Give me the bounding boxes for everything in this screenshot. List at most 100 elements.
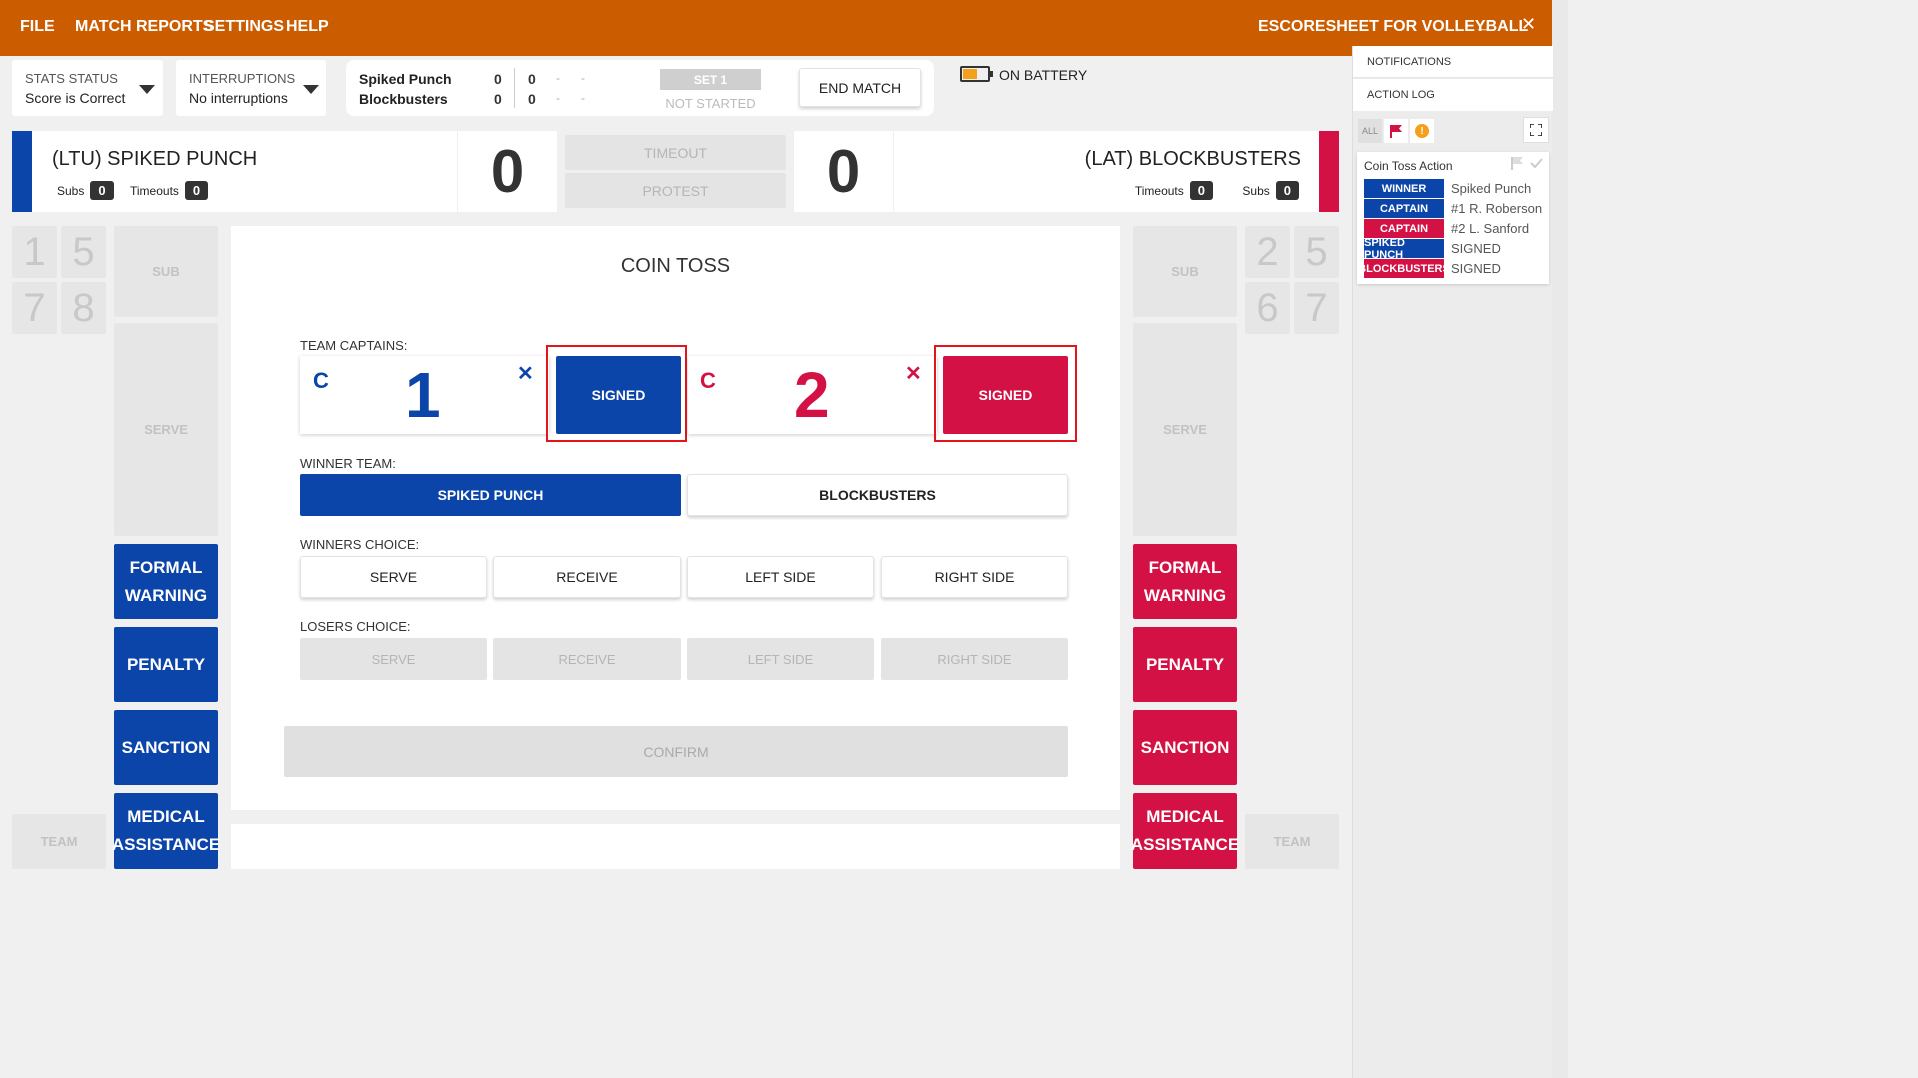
home-timeouts: Timeouts 0	[130, 181, 209, 200]
home-medical-assistance-button[interactable]: MEDICAL ASSISTANCE	[112, 793, 220, 869]
away-team-name: (LAT) BLOCKBUSTERS	[1084, 148, 1301, 170]
home-score: 0	[458, 131, 557, 212]
away-formal-warning-button[interactable]: FORMAL WARNING	[1133, 544, 1237, 619]
menu-match[interactable]: MATCH	[75, 18, 132, 36]
home-sub-button[interactable]: SUB	[114, 226, 218, 317]
away-player-tile[interactable]: 6	[1245, 282, 1290, 334]
home-subs: Subs 0	[57, 181, 114, 200]
divider	[514, 68, 515, 108]
remove-home-captain-icon[interactable]: ✕	[517, 361, 534, 386]
home-player-tile[interactable]: 8	[61, 282, 106, 334]
confirm-button[interactable]: CONFIRM	[284, 726, 1068, 777]
home-penalty-button[interactable]: PENALTY	[114, 627, 218, 702]
log-tag: CAPTAIN	[1364, 199, 1444, 218]
home-sanction-button[interactable]: SANCTION	[114, 710, 218, 785]
log-tag: SPIKED PUNCH	[1364, 237, 1444, 261]
away-captain-mark: C	[700, 368, 716, 393]
stats-status-dropdown[interactable]: STATS STATUS Score is Correct	[12, 60, 163, 116]
menu-file[interactable]: FILE	[20, 18, 55, 36]
winner-home-button[interactable]: SPIKED PUNCH	[300, 474, 681, 516]
away-team-button[interactable]: TEAM	[1245, 814, 1339, 869]
flag-outline-icon[interactable]	[1510, 156, 1524, 170]
away-serve-button[interactable]: SERVE	[1133, 323, 1237, 536]
bottom-info-panel	[231, 824, 1120, 869]
home-team-button[interactable]: TEAM	[12, 814, 106, 869]
losers-choice-label: LOSERS CHOICE:	[300, 619, 411, 634]
winners-choice-serve[interactable]: SERVE	[300, 556, 487, 598]
away-subs-label: Subs	[1242, 184, 1270, 198]
winners-choice-receive[interactable]: RECEIVE	[493, 556, 681, 598]
team2-set-dash: -	[556, 91, 560, 105]
timeout-button[interactable]: TIMEOUT	[565, 135, 786, 170]
away-captain-card: C 2 ✕	[688, 356, 937, 434]
minimize-button[interactable]: _	[1478, 12, 1488, 33]
team2-sets: 0	[494, 91, 502, 107]
away-penalty-button[interactable]: PENALTY	[1133, 627, 1237, 702]
away-score: 0	[794, 131, 893, 212]
away-player-tile[interactable]: 2	[1245, 226, 1290, 278]
away-color-bar	[1319, 131, 1339, 212]
home-subs-label: Subs	[57, 184, 85, 198]
filter-flag-button[interactable]	[1384, 119, 1408, 143]
away-signed-button[interactable]: SIGNED	[943, 356, 1068, 434]
outer-background	[1568, 0, 1918, 1078]
losers-choice-left-side[interactable]: LEFT SIDE	[687, 638, 874, 680]
scrollbar[interactable]	[1552, 0, 1568, 1078]
home-player-tile[interactable]: 7	[12, 282, 57, 334]
remove-away-captain-icon[interactable]: ✕	[905, 361, 922, 386]
home-color-bar	[12, 131, 32, 212]
winner-away-button[interactable]: BLOCKBUSTERS	[687, 474, 1068, 516]
expand-button[interactable]	[1523, 117, 1549, 143]
log-value: SIGNED	[1451, 241, 1501, 256]
losers-choice-receive[interactable]: RECEIVE	[493, 638, 681, 680]
team-captains-label: TEAM CAPTAINS:	[300, 338, 408, 353]
chevron-down-icon	[139, 85, 155, 94]
menu-settings[interactable]: SETTINGS	[204, 18, 284, 36]
filter-all-button[interactable]: ALL	[1358, 119, 1382, 143]
team1-set-dash: -	[581, 71, 585, 85]
interruptions-dropdown[interactable]: INTERRUPTIONS No interruptions	[176, 60, 326, 116]
stats-status-label: STATS STATUS	[25, 71, 118, 86]
check-icon[interactable]	[1529, 156, 1543, 170]
home-team-name: (LTU) SPIKED PUNCH	[52, 148, 258, 170]
home-signed-button[interactable]: SIGNED	[556, 356, 681, 434]
end-match-button[interactable]: END MATCH	[799, 68, 921, 107]
away-sanction-button[interactable]: SANCTION	[1133, 710, 1237, 785]
away-player-tile[interactable]: 5	[1294, 226, 1339, 278]
home-team-header: (LTU) SPIKED PUNCH Subs 0 Timeouts 0	[12, 131, 457, 212]
away-medical-assistance-button[interactable]: MEDICAL ASSISTANCE	[1131, 793, 1239, 869]
losers-choice-serve[interactable]: SERVE	[300, 638, 487, 680]
expand-icon	[1530, 124, 1542, 136]
current-set-badge: SET 1	[660, 69, 761, 90]
away-player-tile[interactable]: 7	[1294, 282, 1339, 334]
winners-choice-left-side[interactable]: LEFT SIDE	[687, 556, 874, 598]
scoreline-team1: Spiked Punch	[359, 71, 452, 87]
away-sub-button[interactable]: SUB	[1133, 226, 1237, 317]
action-log-tab[interactable]: ACTION LOG	[1353, 79, 1553, 111]
team1-sets: 0	[494, 71, 502, 87]
interruptions-label: INTERRUPTIONS	[189, 71, 296, 86]
home-serve-button[interactable]: SERVE	[114, 323, 218, 536]
home-player-tile[interactable]: 5	[61, 226, 106, 278]
log-tag: WINNER	[1364, 179, 1444, 198]
home-formal-warning-button[interactable]: FORMAL WARNING	[114, 544, 218, 619]
log-value: Spiked Punch	[1451, 181, 1532, 196]
home-timeouts-count: 0	[184, 181, 209, 200]
losers-choice-right-side[interactable]: RIGHT SIDE	[881, 638, 1068, 680]
notifications-tab[interactable]: NOTIFICATIONS	[1353, 46, 1553, 78]
away-captain-number: 2	[794, 359, 830, 431]
log-tag: BLOCKBUSTERS	[1358, 259, 1450, 278]
team2-set-dash: -	[581, 91, 585, 105]
filter-warning-button[interactable]: !	[1410, 119, 1434, 143]
protest-button[interactable]: PROTEST	[565, 173, 786, 208]
home-captain-mark: C	[313, 368, 329, 393]
warning-icon: !	[1415, 124, 1429, 138]
close-window-button[interactable]: ✕	[1521, 14, 1536, 35]
home-player-tile[interactable]: 1	[12, 226, 57, 278]
winners-choice-right-side[interactable]: RIGHT SIDE	[881, 556, 1068, 598]
log-value: SIGNED	[1451, 261, 1501, 276]
winners-choice-label: WINNERS CHOICE:	[300, 537, 420, 552]
menu-reports[interactable]: REPORTS	[136, 18, 213, 36]
menu-help[interactable]: HELP	[286, 18, 329, 36]
winner-team-label: WINNER TEAM:	[300, 456, 396, 471]
